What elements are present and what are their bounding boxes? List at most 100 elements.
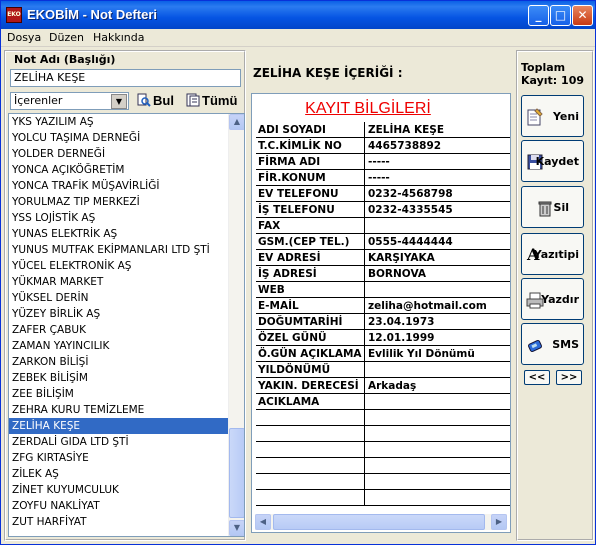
- list-item[interactable]: YUNUS MUTFAK EKİPMANLARI LTD ŞTİ: [9, 242, 244, 258]
- menu-dosya[interactable]: Dosya: [7, 31, 41, 44]
- notes-list[interactable]: YKS YAZILIM AŞ YOLCU TAŞIMA DERNEĞİ YOLDER…: [8, 113, 245, 537]
- title-bar[interactable]: EKO EKOBİM - Not Defteri _ □ ✕: [1, 1, 595, 29]
- column-divider: [364, 250, 365, 266]
- list-item[interactable]: ZFG KIRTASİYE: [9, 450, 244, 466]
- list-item[interactable]: YÜCEL ELEKTRONİK AŞ: [9, 258, 244, 274]
- show-all-button[interactable]: Tümü: [186, 93, 237, 108]
- record-field-value[interactable]: -----: [368, 156, 390, 168]
- minimize-button[interactable]: _: [528, 5, 549, 26]
- record-row[interactable]: DOĞUMTARİHİ 23.04.1973: [256, 314, 510, 330]
- menu-duzen[interactable]: Düzen: [49, 31, 84, 44]
- record-row[interactable]: ÖZEL GÜNÜ 12.01.1999: [256, 330, 510, 346]
- list-item[interactable]: YUNAS ELEKTRİK AŞ: [9, 226, 244, 242]
- list-item[interactable]: YÜKSEL DERİN: [9, 290, 244, 306]
- next-record-button[interactable]: >>: [556, 370, 582, 385]
- list-item[interactable]: YKS YAZILIM AŞ: [9, 114, 244, 130]
- record-row[interactable]: GSM.(CEP TEL.) 0555-4444444: [256, 234, 510, 250]
- record-field-value[interactable]: 23.04.1973: [368, 316, 434, 328]
- record-field-value[interactable]: 0555-4444444: [368, 236, 453, 248]
- scroll-down-icon[interactable]: ▼: [229, 520, 244, 536]
- save-button[interactable]: Kaydet: [521, 140, 584, 182]
- record-row[interactable]: [256, 458, 510, 474]
- scroll-left-icon[interactable]: ◀: [255, 514, 271, 530]
- record-row[interactable]: [256, 442, 510, 458]
- record-row[interactable]: WEB: [256, 282, 510, 298]
- record-field-value[interactable]: 12.01.1999: [368, 332, 434, 344]
- record-field-value[interactable]: BORNOVA: [368, 268, 426, 280]
- record-row[interactable]: FİR.KONUM -----: [256, 170, 510, 186]
- list-item[interactable]: ZOYFU NAKLİYAT: [9, 498, 244, 514]
- list-item[interactable]: YÜZEY BİRLİK AŞ: [9, 306, 244, 322]
- record-row[interactable]: FİRMA ADI -----: [256, 154, 510, 170]
- record-row[interactable]: Ö.GÜN AÇIKLAMA Evlilik Yıl Dönümü: [256, 346, 510, 362]
- record-row[interactable]: ADI SOYADI ZELİHA KEŞE: [256, 122, 510, 138]
- record-row[interactable]: E-MAİL zeliha@hotmail.com: [256, 298, 510, 314]
- record-row[interactable]: [256, 410, 510, 426]
- record-field-value[interactable]: zeliha@hotmail.com: [368, 300, 487, 312]
- record-field-value[interactable]: 0232-4335545: [368, 204, 453, 216]
- record-field-value[interactable]: Evlilik Yıl Dönümü: [368, 348, 475, 360]
- scroll-up-icon[interactable]: ▲: [229, 114, 244, 130]
- new-button[interactable]: Yeni: [521, 95, 584, 137]
- record-row[interactable]: İŞ TELEFONU 0232-4335545: [256, 202, 510, 218]
- record-row[interactable]: YILDÖNÜMÜ: [256, 362, 510, 378]
- record-row[interactable]: [256, 474, 510, 490]
- record-row[interactable]: FAX: [256, 218, 510, 234]
- record-row[interactable]: İŞ ADRESİ BORNOVA: [256, 266, 510, 282]
- sms-label: SMS: [552, 338, 579, 351]
- list-item[interactable]: ZEBEK BİLİŞİM: [9, 370, 244, 386]
- list-item[interactable]: YÜKMAR MARKET: [9, 274, 244, 290]
- record-field-label: FİR.KONUM: [258, 172, 326, 184]
- chevron-down-icon[interactable]: ▼: [111, 94, 127, 109]
- list-item[interactable]: ZUT HARFİYAT: [9, 514, 244, 530]
- filter-select[interactable]: İçerenler ▼: [10, 92, 129, 110]
- sms-button[interactable]: SMS: [521, 323, 584, 365]
- list-item[interactable]: YORULMAZ TIP MERKEZİ: [9, 194, 244, 210]
- list-item[interactable]: YSS LOJİSTİK AŞ: [9, 210, 244, 226]
- record-field-value[interactable]: -----: [368, 172, 390, 184]
- list-item[interactable]: YOLDER DERNEĞİ: [9, 146, 244, 162]
- note-name-input[interactable]: ZELİHA KEŞE: [10, 69, 241, 87]
- list-item[interactable]: ZİLEK AŞ: [9, 466, 244, 482]
- list-item[interactable]: ZEE BİLİŞİM: [9, 386, 244, 402]
- record-row[interactable]: YAKIN. DERECESİ Arkadaş: [256, 378, 510, 394]
- record-row[interactable]: T.C.KİMLİK NO 4465738892: [256, 138, 510, 154]
- record-hscroll-thumb[interactable]: [273, 514, 485, 530]
- list-scrollbar[interactable]: ▲ ▼: [228, 114, 244, 536]
- delete-label: Sil: [553, 201, 569, 214]
- close-button[interactable]: ✕: [572, 5, 593, 26]
- list-item[interactable]: ZERDALİ GIDA LTD ŞTİ: [9, 434, 244, 450]
- record-field-value[interactable]: ZELİHA KEŞE: [368, 124, 444, 136]
- record-row[interactable]: ACIKLAMA: [256, 394, 510, 410]
- record-hscrollbar[interactable]: ◀ ▶: [255, 514, 507, 530]
- list-item[interactable]: ZARKON BİLİŞİ: [9, 354, 244, 370]
- record-field-label: EV ADRESİ: [258, 252, 321, 264]
- previous-record-button[interactable]: <<: [524, 370, 550, 385]
- record-row[interactable]: EV ADRESİ KARŞIYAKA: [256, 250, 510, 266]
- record-panel[interactable]: KAYIT BİLGİLERİ ADI SOYADI ZELİHA KEŞE T.C…: [251, 93, 511, 533]
- record-field-value[interactable]: KARŞIYAKA: [368, 252, 435, 264]
- font-button[interactable]: A Yazıtipi: [521, 233, 584, 275]
- record-total: Toplam Kayıt: 109: [521, 61, 584, 87]
- list-scroll-thumb[interactable]: [229, 428, 244, 518]
- delete-button[interactable]: Sil: [521, 186, 584, 228]
- list-item[interactable]: ZELİHA KEŞE: [9, 418, 244, 434]
- maximize-button[interactable]: □: [550, 5, 571, 26]
- print-button[interactable]: Yazdır: [521, 278, 584, 320]
- list-item[interactable]: ZAMAN YAYINCILIK: [9, 338, 244, 354]
- record-row[interactable]: [256, 490, 510, 506]
- record-field-value[interactable]: Arkadaş: [368, 380, 416, 392]
- list-item[interactable]: YONCA AÇIKÖĞRETİM: [9, 162, 244, 178]
- menu-hakkinda[interactable]: Hakkında: [93, 31, 145, 44]
- list-item[interactable]: YONCA TRAFİK MÜŞAVİRLİĞİ: [9, 178, 244, 194]
- list-item[interactable]: YOLCU TAŞIMA DERNEĞİ: [9, 130, 244, 146]
- find-button[interactable]: Bul: [137, 93, 174, 108]
- list-item[interactable]: ZEHRA KURU TEMİZLEME: [9, 402, 244, 418]
- record-row[interactable]: [256, 426, 510, 442]
- scroll-right-icon[interactable]: ▶: [491, 514, 507, 530]
- record-field-value[interactable]: 4465738892: [368, 140, 441, 152]
- record-row[interactable]: EV TELEFONU 0232-4568798: [256, 186, 510, 202]
- record-field-value[interactable]: 0232-4568798: [368, 188, 453, 200]
- list-item[interactable]: ZİNET KUYUMCULUK: [9, 482, 244, 498]
- list-item[interactable]: ZAFER ÇABUK: [9, 322, 244, 338]
